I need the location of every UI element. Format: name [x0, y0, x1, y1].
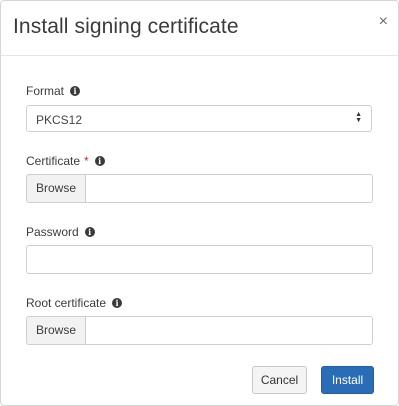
install-button[interactable]: Install	[321, 366, 374, 394]
dialog-title: Install signing certificate	[13, 15, 239, 38]
certificate-file-field[interactable]	[85, 174, 373, 203]
password-input[interactable]	[26, 245, 373, 274]
root-certificate-file-input: Browse	[26, 316, 373, 345]
info-icon[interactable]: i	[94, 156, 105, 166]
root-certificate-label-row: Root certificate i	[26, 296, 123, 310]
info-icon[interactable]: i	[112, 298, 123, 308]
root-certificate-file-field[interactable]	[85, 316, 373, 345]
root-certificate-browse-button[interactable]: Browse	[26, 316, 85, 345]
install-certificate-dialog: Install signing certificate × Format i P…	[0, 0, 399, 406]
certificate-label: Certificate	[26, 154, 81, 168]
required-marker: *	[84, 154, 89, 168]
dialog-header: Install signing certificate ×	[1, 1, 398, 56]
format-select[interactable]: PKCS12 ▲ ▼	[26, 105, 372, 132]
format-select-value: PKCS12	[36, 113, 83, 127]
certificate-label-row: Certificate * i	[26, 154, 105, 168]
format-label: Format	[26, 84, 65, 98]
close-icon[interactable]: ×	[379, 14, 388, 30]
certificate-browse-button[interactable]: Browse	[26, 174, 85, 203]
select-arrows-icon: ▲ ▼	[355, 111, 362, 124]
certificate-file-input: Browse	[26, 174, 373, 203]
info-icon[interactable]: i	[70, 86, 81, 96]
cancel-button[interactable]: Cancel	[252, 366, 307, 394]
root-certificate-label: Root certificate	[26, 296, 107, 310]
password-label: Password	[26, 225, 79, 239]
format-label-row: Format i	[26, 84, 81, 98]
password-label-row: Password i	[26, 225, 95, 239]
info-icon[interactable]: i	[84, 227, 95, 237]
